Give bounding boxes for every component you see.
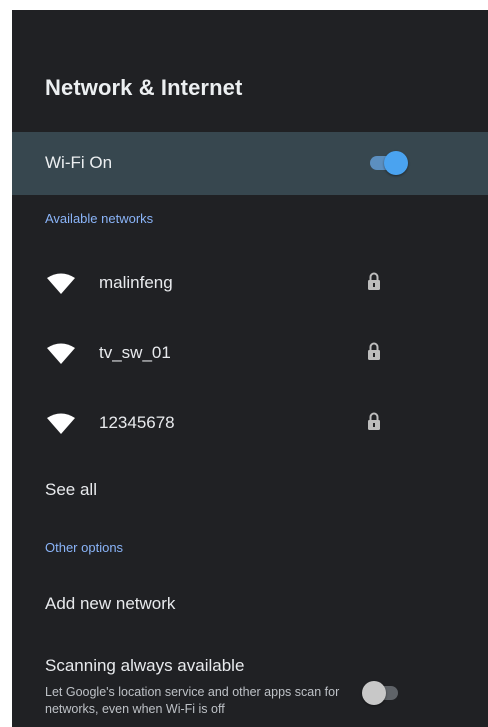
scanning-switch-knob bbox=[362, 681, 386, 705]
scanning-title: Scanning always available bbox=[45, 656, 245, 675]
see-all-button[interactable]: See all bbox=[12, 466, 488, 516]
network-name: 12345678 bbox=[99, 413, 175, 432]
network-settings-panel: Network & Internet Wi-Fi On Available ne… bbox=[12, 10, 488, 727]
see-all-label: See all bbox=[45, 480, 97, 499]
page-title: Network & Internet bbox=[45, 75, 243, 100]
wifi-icon bbox=[47, 413, 75, 434]
network-name: tv_sw_01 bbox=[99, 343, 171, 362]
wifi-icon bbox=[47, 273, 75, 294]
lock-icon bbox=[368, 272, 380, 290]
wifi-toggle-label: Wi-Fi On bbox=[45, 153, 113, 172]
lock-icon bbox=[368, 342, 380, 360]
network-name: malinfeng bbox=[99, 273, 173, 292]
wifi-switch-knob bbox=[384, 151, 408, 175]
wifi-switch[interactable] bbox=[370, 151, 408, 175]
lock-icon bbox=[368, 412, 380, 430]
wifi-icon bbox=[47, 343, 75, 364]
network-item-malinfeng[interactable]: malinfeng bbox=[12, 253, 488, 313]
wifi-toggle-row[interactable]: Wi-Fi On bbox=[12, 132, 488, 195]
add-new-network-button[interactable]: Add new network bbox=[12, 580, 488, 630]
other-options-header: Other options bbox=[45, 540, 124, 555]
available-networks-header: Available networks bbox=[45, 211, 154, 226]
network-item-12345678[interactable]: 12345678 bbox=[12, 393, 488, 453]
add-new-network-label: Add new network bbox=[45, 594, 176, 613]
network-item-tv-sw-01[interactable]: tv_sw_01 bbox=[12, 323, 488, 383]
scanning-switch[interactable] bbox=[362, 681, 398, 705]
scanning-always-available-row[interactable]: Scanning always available Let Google's l… bbox=[12, 650, 488, 727]
scanning-description: Let Google's location service and other … bbox=[45, 685, 340, 716]
